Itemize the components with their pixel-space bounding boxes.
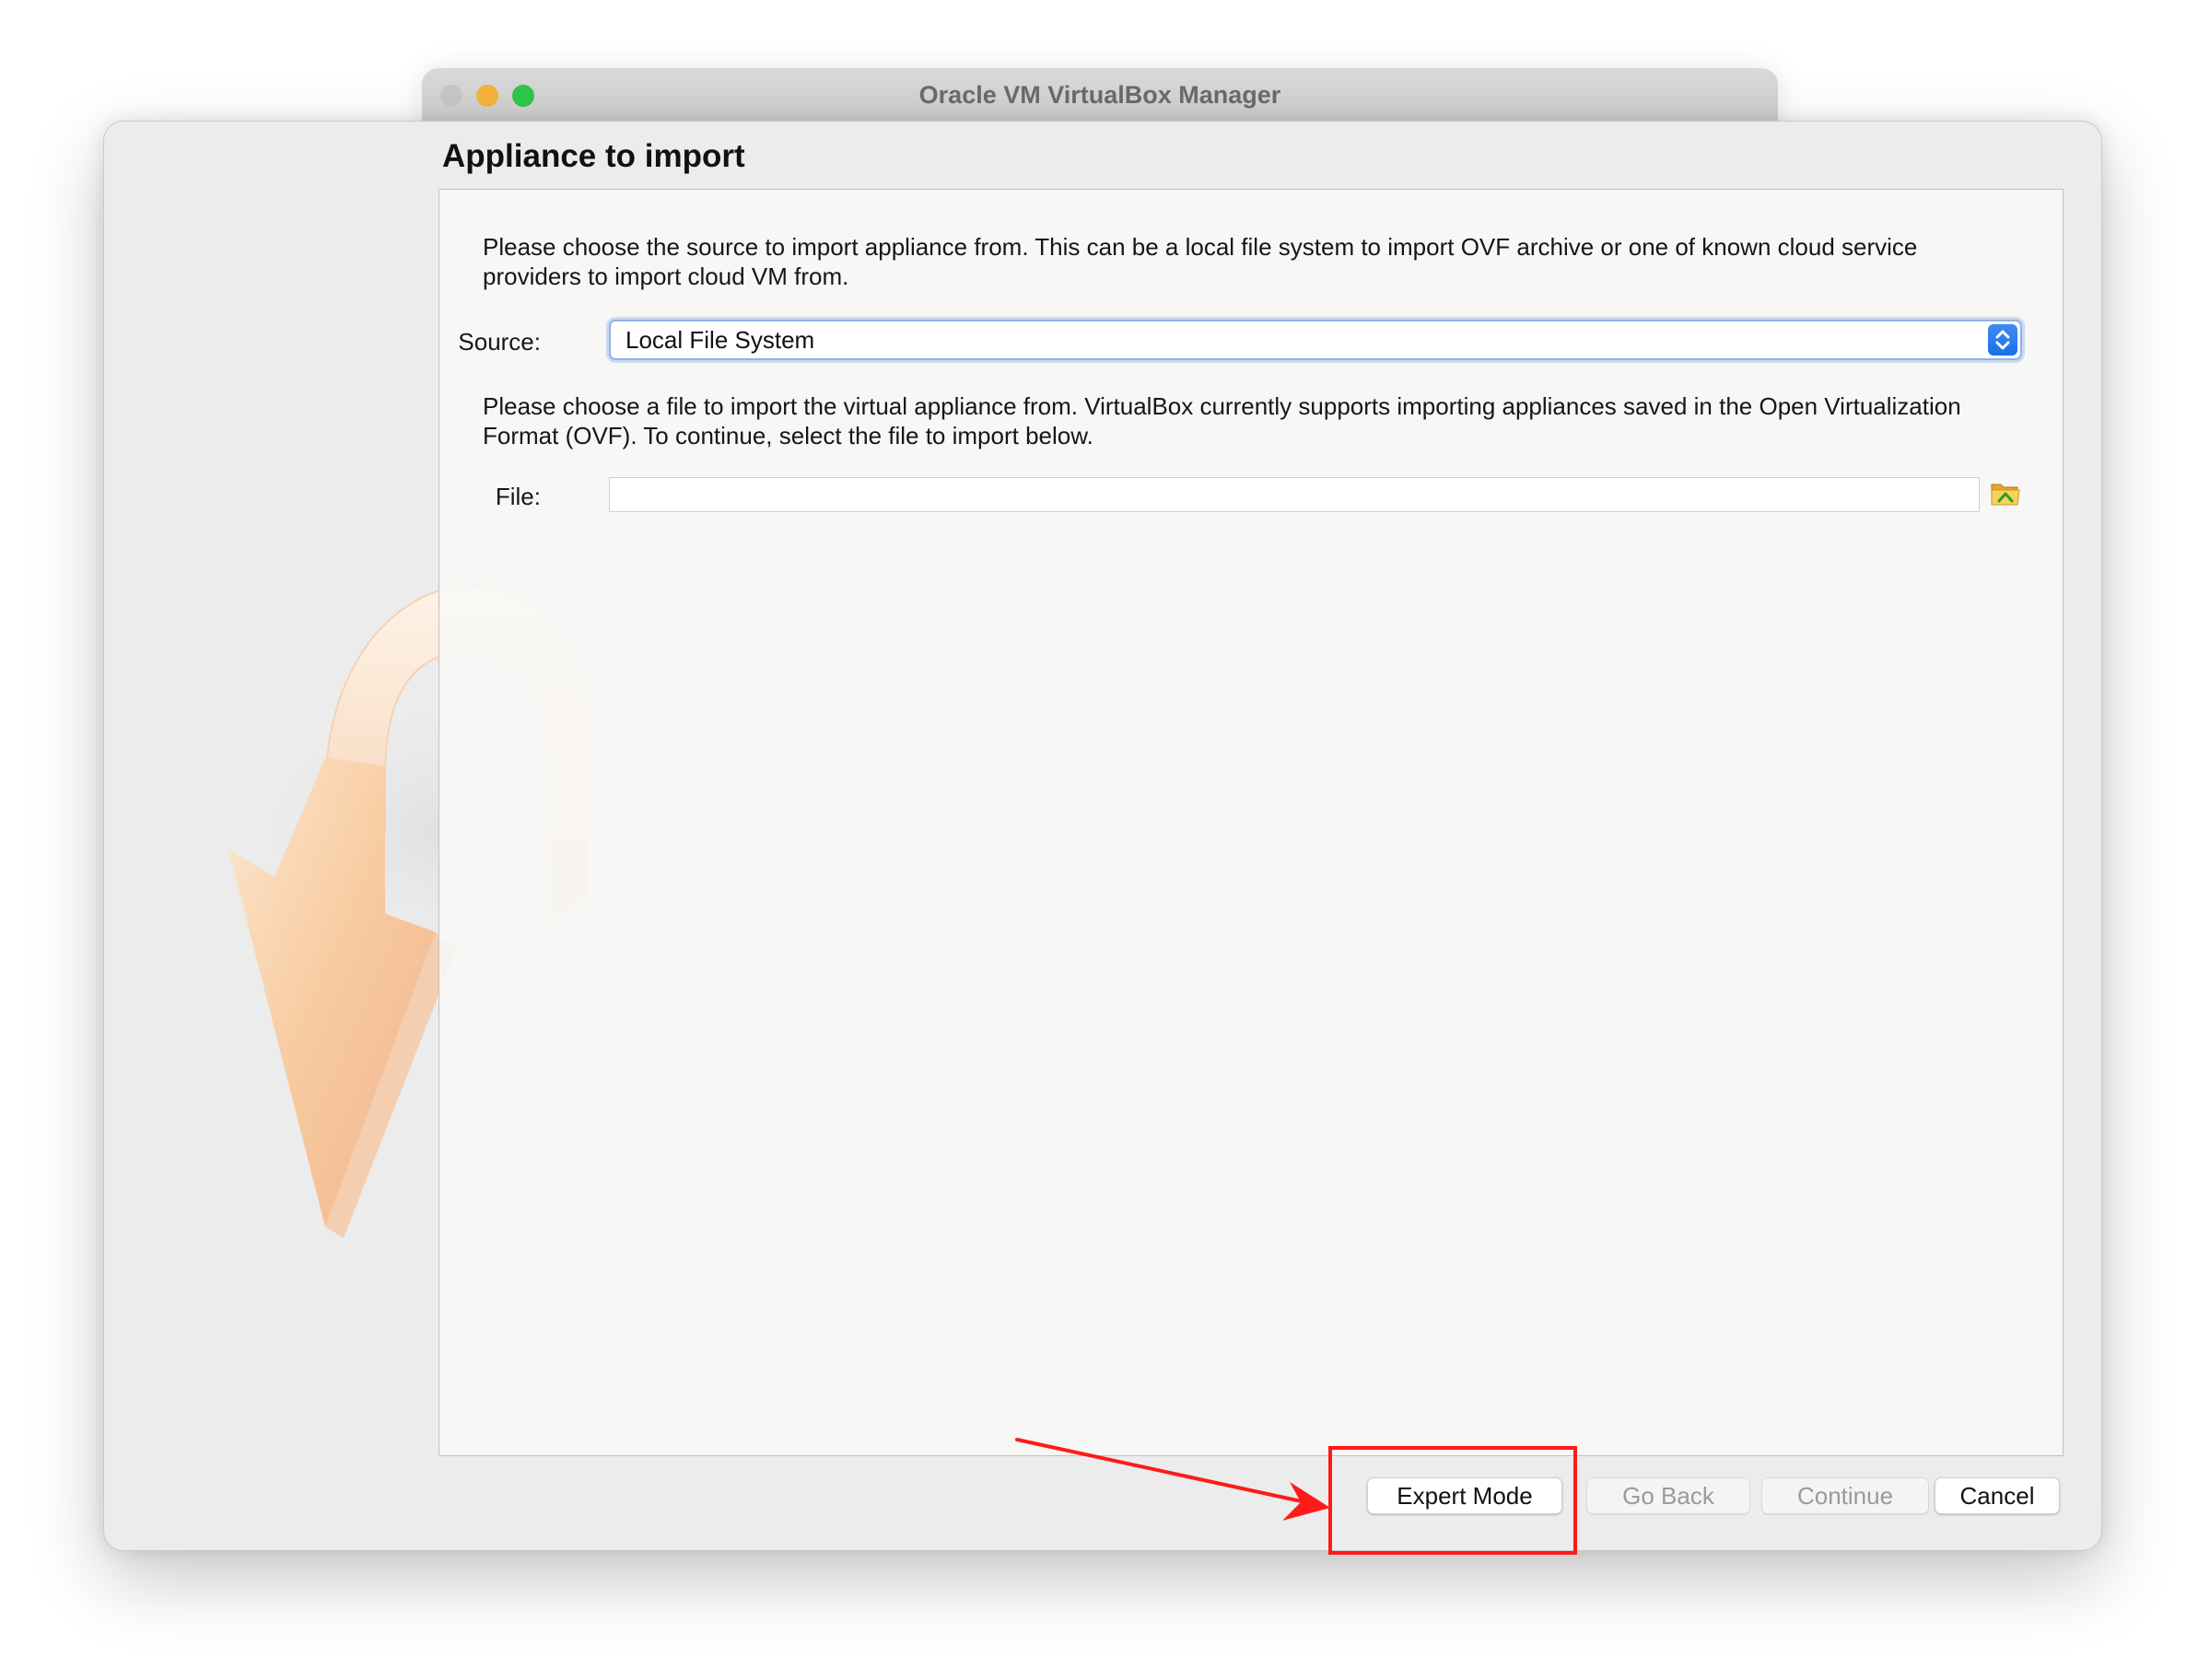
continue-button[interactable]: Continue: [1761, 1477, 1929, 1514]
folder-open-icon[interactable]: [1990, 477, 2021, 508]
source-label: Source:: [458, 328, 541, 356]
file-label: File:: [495, 483, 541, 510]
annotation-arrow-icon: [1015, 1438, 1330, 1521]
source-select-value: Local File System: [625, 326, 815, 354]
content-panel: Please choose the source to import appli…: [438, 189, 2064, 1456]
updown-chevron-icon: [1988, 324, 2017, 356]
source-select[interactable]: Local File System: [609, 320, 2022, 360]
file-path-input[interactable]: [609, 477, 1980, 512]
cancel-button[interactable]: Cancel: [1935, 1477, 2060, 1514]
file-description: Please choose a file to import the virtu…: [483, 392, 1961, 449]
import-appliance-dialog: Appliance to import Please choose the so…: [103, 121, 2102, 1551]
dialog-heading: Appliance to import: [442, 138, 745, 174]
annotation-highlight-box: [1328, 1446, 1577, 1555]
main-titlebar: Oracle VM VirtualBox Manager: [422, 68, 1778, 122]
source-description: Please choose the source to import appli…: [483, 233, 1918, 290]
go-back-button[interactable]: Go Back: [1586, 1477, 1750, 1514]
screenshot-stage: Oracle VM VirtualBox Manager Appliance t…: [0, 0, 2198, 1680]
main-window-title: Oracle VM VirtualBox Manager: [918, 81, 1281, 109]
